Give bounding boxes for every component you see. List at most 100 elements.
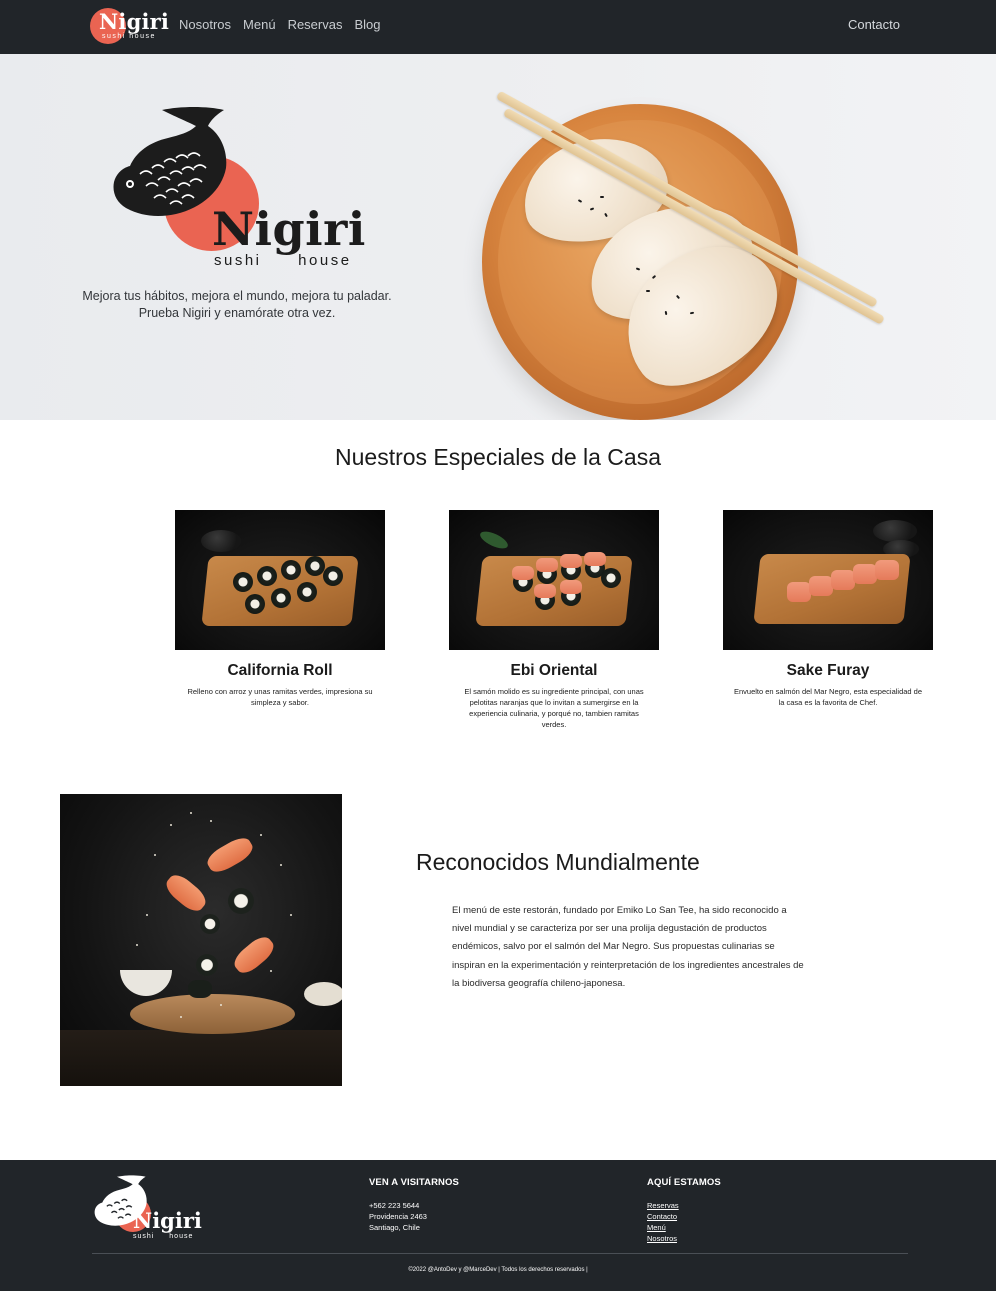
footer-link-nosotros[interactable]: Nosotros — [647, 1233, 721, 1244]
rice-grain — [260, 834, 262, 836]
sushi-roll — [305, 556, 325, 576]
sake-furay-image — [723, 510, 933, 650]
maki-roll — [196, 954, 218, 976]
special-description: Relleno con arroz y unas ramitas verdes,… — [187, 687, 373, 707]
hero-tagline-line1: Mejora tus hábitos, mejora el mundo, mej… — [82, 289, 392, 303]
rice-grain — [290, 914, 292, 916]
navbar: Nigiri sushi house Nosotros Menú Reserva… — [0, 0, 996, 54]
hero-logo-wordmark: Nigiri — [212, 202, 366, 256]
specials-title: Nuestros Especiales de la Casa — [335, 444, 661, 470]
footer-street: Providencia 2463 — [369, 1212, 427, 1221]
nav-link-menu[interactable]: Menú — [243, 17, 276, 32]
footer-phone: +562 223 5644 — [369, 1201, 420, 1210]
rice-grain — [220, 1004, 222, 1006]
special-title: Sake Furay — [786, 662, 870, 679]
salmon-topping — [560, 580, 582, 594]
salmon-roll — [809, 576, 833, 596]
salmon-nigiri — [162, 870, 210, 916]
footer-copyright: ©2022 @AntoDev y @MarceDev | Todos los d… — [408, 1267, 588, 1273]
flying-sushi-image — [60, 794, 342, 1086]
rice-grain — [270, 970, 272, 972]
footer-visit-column: VEN A VISITARNOS +562 223 5644 Providenc… — [369, 1177, 459, 1233]
salmon-nigiri — [203, 833, 257, 877]
sesame-seed — [600, 196, 604, 198]
wooden-table — [60, 1030, 342, 1086]
special-card-sake-furay[interactable]: Sake Furay Envuelto en salmón del Mar Ne… — [723, 510, 933, 708]
footer-link-reservas[interactable]: Reservas — [647, 1200, 721, 1211]
california-roll-image — [175, 510, 385, 650]
sushi-roll — [233, 572, 253, 592]
footer-link-list: Reservas Contacto Menú Nosotros — [647, 1200, 721, 1244]
footer-city: Santiago, Chile — [369, 1223, 420, 1232]
footer-links-column: AQUÍ ESTAMOS Reservas Contacto Menú Noso… — [647, 1177, 721, 1244]
special-description: Envuelto en salmón del Mar Negro, esta e… — [733, 687, 923, 707]
rice-grain — [136, 944, 138, 946]
footer-logo-wordmark: Nigiri — [133, 1208, 202, 1233]
sesame-seed — [646, 290, 650, 292]
footer: Nigiri sushi house VEN A VISITARNOS +562… — [0, 1160, 996, 1291]
recognized-title: Reconocidos Mundialmente — [416, 849, 700, 875]
rice-grain — [280, 864, 282, 866]
serving-board — [130, 994, 295, 1034]
footer-links-heading: AQUÍ ESTAMOS — [647, 1177, 721, 1188]
special-card-california-roll[interactable]: California Roll Relleno con arroz y unas… — [175, 510, 385, 708]
hero-tagline: Mejora tus hábitos, mejora el mundo, mej… — [80, 288, 394, 322]
rice-grain — [154, 854, 156, 856]
stone-decoration — [873, 520, 917, 542]
footer-link-menu[interactable]: Menú — [647, 1222, 721, 1233]
hero-tagline-line2: Prueba Nigiri y enamórate otra vez. — [138, 306, 336, 320]
footer-logo[interactable]: Nigiri sushi house — [93, 1174, 203, 1244]
footer-address: +562 223 5644 Providencia 2463 Santiago,… — [369, 1200, 459, 1233]
nav-link-blog[interactable]: Blog — [354, 17, 380, 32]
nav-link-reservas[interactable]: Reservas — [288, 17, 343, 32]
footer-logo-subtitle: sushi house — [133, 1233, 194, 1240]
logo-wordmark: Nigiri — [99, 9, 170, 34]
nav-links: Nosotros Menú Reservas Blog — [179, 17, 381, 32]
recognized-text: El menú de este restorán, fundado por Em… — [452, 905, 804, 989]
special-title: Ebi Oriental — [510, 662, 598, 679]
footer-divider — [92, 1253, 908, 1254]
leaf-decoration — [477, 528, 511, 552]
rice-grain — [180, 1016, 182, 1018]
sushi-roll — [297, 582, 317, 602]
salmon-roll — [875, 560, 899, 580]
rice-grain — [170, 824, 172, 826]
sushi-roll — [245, 594, 265, 614]
hero-logo-subtitle: sushi house — [214, 252, 352, 269]
footer-visit-heading: VEN A VISITARNOS — [369, 1177, 459, 1188]
salmon-roll — [853, 564, 877, 584]
salmon-roll — [831, 570, 855, 590]
maki-roll — [228, 888, 254, 914]
footer-link-contacto[interactable]: Contacto — [647, 1211, 721, 1222]
ebi-oriental-image — [449, 510, 659, 650]
salmon-topping — [560, 554, 582, 568]
maki-roll — [200, 914, 220, 934]
salmon-topping — [534, 584, 556, 598]
soy-bowl — [120, 970, 172, 996]
sushi-roll — [601, 568, 621, 588]
salmon-topping — [512, 566, 534, 580]
special-card-ebi-oriental[interactable]: Ebi Oriental El samón molido es su ingre… — [449, 510, 659, 730]
hero-banner: Nigiri sushi house Mejora tus hábitos, m… — [0, 54, 996, 420]
sushi-roll — [271, 588, 291, 608]
rice-bowl — [304, 982, 342, 1006]
nav-logo[interactable]: Nigiri sushi house — [90, 7, 169, 45]
special-description: El samón molido es su ingrediente princi… — [464, 687, 644, 729]
salmon-roll — [787, 582, 811, 602]
sushi-roll — [323, 566, 343, 586]
stone-decoration — [201, 530, 241, 552]
nav-link-nosotros[interactable]: Nosotros — [179, 17, 231, 32]
sushi-roll — [257, 566, 277, 586]
hero-logo: Nigiri sushi house — [110, 104, 370, 274]
logo-subtitle: sushi house — [102, 33, 156, 40]
rice-grain — [190, 812, 192, 814]
special-title: California Roll — [227, 662, 333, 679]
sushi-roll — [281, 560, 301, 580]
rice-grain — [146, 914, 148, 916]
salmon-topping — [536, 558, 558, 572]
sesame-seed — [664, 310, 668, 316]
maki-roll — [188, 980, 212, 998]
rice-grain — [210, 820, 212, 822]
nav-link-contacto[interactable]: Contacto — [848, 17, 900, 32]
salmon-topping — [584, 552, 606, 566]
